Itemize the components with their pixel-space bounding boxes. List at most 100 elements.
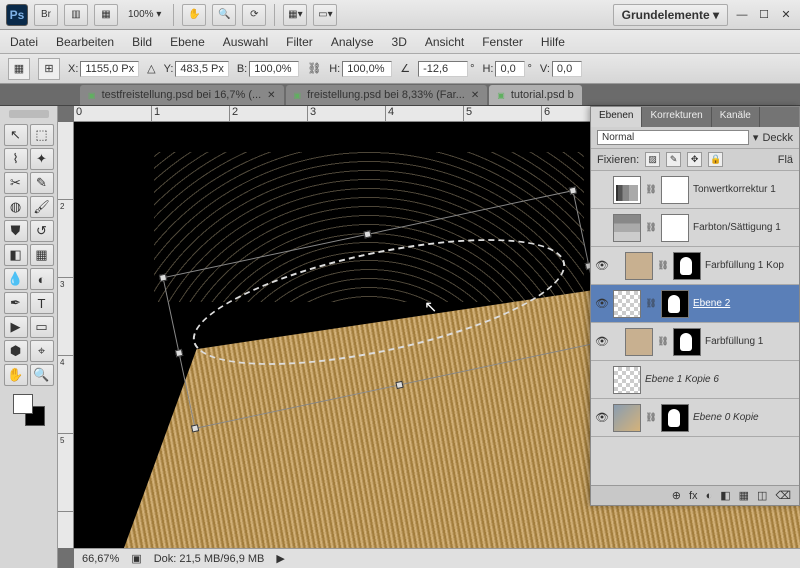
visibility-toggle-icon[interactable]: 👁 [595, 335, 609, 349]
layer-mask-icon[interactable]: ◐ [706, 490, 713, 502]
lock-position-icon[interactable]: ✥ [687, 152, 702, 167]
current-tool-icon[interactable]: ▦ [8, 58, 30, 80]
layer-row[interactable]: 👁 ⛓ Ebene 2 [591, 285, 799, 323]
move-tool[interactable]: ↖ [4, 124, 28, 146]
history-brush-tool[interactable]: ↺ [30, 220, 54, 242]
visibility-toggle-icon[interactable] [595, 221, 609, 235]
document-tab[interactable]: ▣freistellung.psd bei 8,33% (Far...✕ [286, 85, 488, 105]
menu-datei[interactable]: Datei [10, 35, 38, 49]
layer-row[interactable]: Ebene 1 Kopie 6 [591, 361, 799, 399]
adjustment-layer-icon[interactable]: ◧ [720, 489, 730, 502]
layer-mask-thumb[interactable] [673, 252, 701, 280]
lock-all-icon[interactable]: 🔒 [708, 152, 723, 167]
menu-3d[interactable]: 3D [392, 35, 407, 49]
layer-row[interactable]: 👁 ⛓ Ebene 0 Kopie [591, 399, 799, 437]
layer-row[interactable]: ⛓ Tonwertkorrektur 1 [591, 171, 799, 209]
stamp-tool[interactable]: ⛊ [4, 220, 28, 242]
status-arrow-icon[interactable]: ▶ [276, 552, 284, 565]
hskew-value-input[interactable]: 0,0 [495, 61, 525, 77]
path-select-tool[interactable]: ▶ [4, 316, 28, 338]
minibridge-button[interactable]: ▥ [64, 4, 88, 26]
hand-tool-icon[interactable]: ✋ [182, 4, 206, 26]
menu-bearbeiten[interactable]: Bearbeiten [56, 35, 114, 49]
menu-ansicht[interactable]: Ansicht [425, 35, 464, 49]
visibility-toggle-icon[interactable]: 👁 [595, 297, 609, 311]
tab-korrekturen[interactable]: Korrekturen [642, 107, 711, 127]
lock-pixels-icon[interactable]: ✎ [666, 152, 681, 167]
delete-layer-icon[interactable]: ⌫ [775, 489, 791, 502]
doc-info-icon[interactable]: ▣ [131, 552, 141, 565]
layer-fx-icon[interactable]: fx [689, 490, 698, 502]
layer-thumb[interactable] [625, 252, 653, 280]
visibility-toggle-icon[interactable] [595, 183, 609, 197]
view-extras-button[interactable]: ▦ [94, 4, 118, 26]
new-layer-icon[interactable]: ◫ [757, 489, 767, 502]
eraser-tool[interactable]: ◧ [4, 244, 28, 266]
layer-thumb[interactable] [625, 328, 653, 356]
layer-name[interactable]: Ebene 0 Kopie [693, 412, 795, 423]
pen-tool[interactable]: ✒ [4, 292, 28, 314]
layer-mask-thumb[interactable] [673, 328, 701, 356]
workspace-switcher[interactable]: Grundelemente ▾ [613, 4, 728, 26]
x-value-input[interactable]: 1155,0 Px [80, 61, 139, 77]
y-value-input[interactable]: 483,5 Px [175, 61, 228, 77]
doc-size-status[interactable]: Dok: 21,5 MB/96,9 MB [154, 553, 265, 565]
visibility-toggle-icon[interactable]: 👁 [595, 259, 609, 273]
angle-value-input[interactable]: -12,6 [418, 61, 468, 77]
dodge-tool[interactable]: ◐ [30, 268, 54, 290]
wand-tool[interactable]: ✦ [30, 148, 54, 170]
tab-close-icon[interactable]: ✕ [267, 90, 275, 101]
blur-tool[interactable]: 💧 [4, 268, 28, 290]
close-button[interactable]: ✕ [778, 8, 794, 22]
brush-tool[interactable]: 🖌 [30, 196, 54, 218]
foreground-color[interactable] [13, 394, 33, 414]
layer-thumb[interactable] [613, 214, 641, 242]
layer-name[interactable]: Farbton/Sättigung 1 [693, 222, 795, 233]
layer-name[interactable]: Tonwertkorrektur 1 [693, 184, 795, 195]
color-swatches[interactable] [13, 394, 45, 426]
menu-auswahl[interactable]: Auswahl [223, 35, 268, 49]
arrange-docs-button[interactable]: ▦▾ [283, 4, 307, 26]
tab-kanaele[interactable]: Kanäle [712, 107, 760, 127]
screen-mode-button[interactable]: ▭▾ [313, 4, 337, 26]
menu-filter[interactable]: Filter [286, 35, 313, 49]
panel-drag-handle[interactable] [9, 110, 49, 118]
link-icon[interactable]: ⛓ [307, 62, 321, 75]
zoom-status[interactable]: 66,67% [82, 553, 119, 565]
zoom-tool-icon[interactable]: 🔍 [212, 4, 236, 26]
reference-point-icon[interactable]: ⊞ [38, 58, 60, 80]
layer-row[interactable]: ⛓ Farbton/Sättigung 1 [591, 209, 799, 247]
layer-mask-thumb[interactable] [661, 404, 689, 432]
zoom-level-dropdown[interactable]: 100% ▾ [124, 7, 165, 22]
visibility-toggle-icon[interactable]: 👁 [595, 411, 609, 425]
3d-tool[interactable]: ⬢ [4, 340, 28, 362]
layer-row[interactable]: 👁 ⛓ Farbfüllung 1 [591, 323, 799, 361]
layer-name[interactable]: Ebene 1 Kopie 6 [645, 374, 795, 385]
link-layers-icon[interactable]: ⊕ [672, 489, 681, 502]
layer-mask-thumb[interactable] [661, 290, 689, 318]
type-tool[interactable]: T [30, 292, 54, 314]
maximize-button[interactable]: ☐ [756, 8, 772, 22]
shape-tool[interactable]: ▭ [30, 316, 54, 338]
tab-close-icon[interactable]: ✕ [471, 90, 479, 101]
layer-mask-thumb[interactable] [661, 214, 689, 242]
group-icon[interactable]: ▦ [739, 489, 749, 502]
marquee-tool[interactable]: ⬚ [30, 124, 54, 146]
menu-bild[interactable]: Bild [132, 35, 152, 49]
lock-transparency-icon[interactable]: ▨ [645, 152, 660, 167]
layer-name[interactable]: Farbfüllung 1 [705, 336, 795, 347]
layer-thumb[interactable] [613, 404, 641, 432]
menu-ebene[interactable]: Ebene [170, 35, 205, 49]
crop-tool[interactable]: ✂ [4, 172, 28, 194]
tab-ebenen[interactable]: Ebenen [591, 107, 642, 127]
h-value-input[interactable]: 100,0% [342, 61, 392, 77]
layer-thumb[interactable] [613, 176, 641, 204]
menu-fenster[interactable]: Fenster [482, 35, 523, 49]
layer-thumb[interactable] [613, 290, 641, 318]
3d-camera-tool[interactable]: ⌖ [30, 340, 54, 362]
vskew-value-input[interactable]: 0,0 [552, 61, 582, 77]
layer-mask-thumb[interactable] [661, 176, 689, 204]
layer-name[interactable]: Farbfüllung 1 Kop [705, 260, 795, 271]
menu-analyse[interactable]: Analyse [331, 35, 374, 49]
visibility-toggle-icon[interactable] [595, 373, 609, 387]
